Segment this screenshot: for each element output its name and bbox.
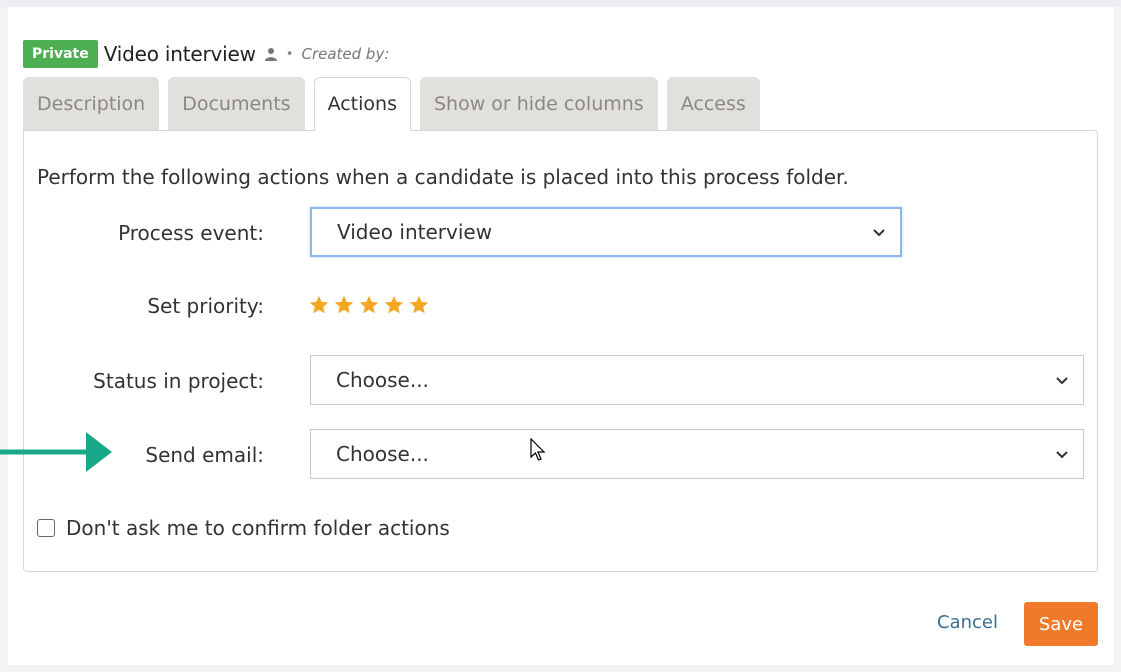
status-in-project-label: Status in project: [93, 369, 264, 393]
process-event-select[interactable]: Video interview [310, 207, 902, 257]
chevron-down-icon [1056, 377, 1068, 385]
chevron-down-icon [1056, 451, 1068, 459]
tab-label: Show or hide columns [433, 92, 644, 115]
tab-show-hide-columns[interactable]: Show or hide columns [419, 77, 658, 130]
tab-label: Description [37, 92, 146, 115]
tab-description[interactable]: Description [23, 77, 160, 130]
actions-panel: Perform the following actions when a can… [23, 130, 1098, 572]
top-strip [0, 0, 1121, 7]
folder-dialog: Private Video interview • Created by: De… [8, 7, 1114, 665]
created-by-label: Created by: [301, 45, 390, 63]
set-priority-label: Set priority: [147, 294, 264, 318]
confirm-actions-checkbox[interactable] [37, 519, 55, 537]
status-value: Choose... [336, 368, 429, 392]
star-icon[interactable] [308, 294, 330, 316]
star-icon[interactable] [408, 294, 430, 316]
cancel-button[interactable]: Cancel [937, 612, 998, 633]
tab-access[interactable]: Access [666, 77, 760, 130]
intro-text: Perform the following actions when a can… [37, 165, 849, 189]
send-email-value: Choose... [336, 442, 429, 466]
person-icon [264, 48, 277, 61]
save-button[interactable]: Save [1024, 602, 1098, 646]
tab-label: Actions [327, 93, 397, 115]
chevron-down-icon [873, 229, 885, 237]
arrow-annotation-icon [0, 432, 112, 472]
star-icon[interactable] [383, 294, 405, 316]
mouse-cursor-icon [530, 438, 546, 461]
star-icon[interactable] [333, 294, 355, 316]
tab-label: Documents [182, 92, 291, 115]
priority-stars[interactable] [308, 294, 430, 316]
page-title: Video interview [103, 42, 256, 66]
tab-bar: Description Documents Actions Show or hi… [23, 77, 760, 131]
confirm-actions-row[interactable]: Don't ask me to confirm folder actions [37, 516, 450, 540]
send-email-select[interactable]: Choose... [310, 429, 1084, 479]
process-event-label: Process event: [118, 221, 264, 245]
tab-actions[interactable]: Actions [313, 77, 411, 131]
private-badge: Private [23, 40, 98, 68]
send-email-label: Send email: [145, 443, 264, 467]
separator-dot: • [285, 46, 294, 62]
process-event-value: Video interview [337, 220, 493, 244]
star-icon[interactable] [358, 294, 380, 316]
status-in-project-select[interactable]: Choose... [310, 355, 1084, 405]
tab-documents[interactable]: Documents [168, 77, 305, 130]
confirm-actions-label: Don't ask me to confirm folder actions [66, 516, 450, 540]
tab-label: Access [680, 92, 746, 115]
dialog-header: Private Video interview • Created by: [23, 39, 389, 69]
